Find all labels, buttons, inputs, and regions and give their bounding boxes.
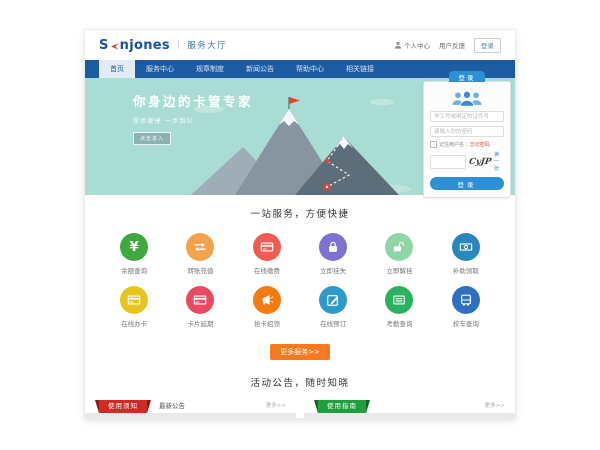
service-item-1[interactable]: 转账充值 <box>167 233 233 275</box>
service-item-10[interactable]: 考勤查询 <box>366 286 432 328</box>
logo-text-rest: njones <box>120 38 170 53</box>
service-label: 在线办卡 <box>101 318 167 328</box>
credit-card-icon <box>193 293 207 307</box>
more-services-button[interactable]: 更多服务>> <box>270 344 330 360</box>
hero-cta-button[interactable]: 点击进入 <box>133 132 171 145</box>
service-item-6[interactable]: 在线办卡 <box>101 286 167 328</box>
announcement-panels: 使用须知 最新公告 更多>> 使用指南 更多>> <box>85 399 515 418</box>
service-item-7[interactable]: 卡片延期 <box>167 286 233 328</box>
hero-subtitle: 提供便捷 一步到位 <box>133 116 253 125</box>
yen-icon: ¥ <box>130 241 139 254</box>
header-right: 个人中心 用户反馈 登录 <box>394 38 501 53</box>
credit-card-icon <box>260 240 274 254</box>
service-item-4[interactable]: 立即解挂 <box>366 233 432 275</box>
username-input[interactable] <box>430 111 504 122</box>
list-icon <box>392 293 406 307</box>
password-input[interactable] <box>430 126 504 137</box>
service-item-11[interactable]: 校车查询 <box>433 286 499 328</box>
captcha-refresh-link[interactable]: 换一张 <box>494 151 504 172</box>
credit-card-icon <box>127 293 141 307</box>
guide-more-link[interactable]: 更多>> <box>485 400 505 413</box>
transfer-arrows-icon <box>193 240 207 254</box>
services-section: 一站服务，方便快捷 ¥ 余额查询转账充值在线缴费立即挂失立即解挂补助领取在线办卡卡… <box>85 195 515 360</box>
service-label: 立即解挂 <box>366 265 432 275</box>
nav-item-3[interactable]: 新闻公告 <box>235 60 285 78</box>
personal-center-label: 个人中心 <box>404 40 430 50</box>
service-label: 拾卡招领 <box>234 318 300 328</box>
site-name: 服务大厅 <box>187 39 227 51</box>
guide-panel-head: 使用指南 更多>> <box>304 399 515 413</box>
unlock-icon <box>392 240 406 254</box>
latest-announcements-tab[interactable]: 最新公告 <box>159 400 185 413</box>
service-label: 考勤查询 <box>366 318 432 328</box>
remember-row: 记住用户名 | 忘记密码 <box>430 141 504 148</box>
service-label: 卡片延期 <box>167 318 233 328</box>
service-label: 补助领取 <box>433 265 499 275</box>
notice-panel-head: 使用须知 最新公告 更多>> <box>85 399 296 413</box>
captcha-input[interactable] <box>430 155 466 169</box>
captcha-row: CyJP 换一张 <box>430 151 504 172</box>
service-item-2[interactable]: 在线缴费 <box>234 233 300 275</box>
hero-text: 你身边的卡管专家 提供便捷 一步到位 点击进入 <box>133 91 253 145</box>
notice-panel-bar <box>85 413 296 418</box>
service-item-8[interactable]: 拾卡招领 <box>234 286 300 328</box>
service-item-0[interactable]: ¥ 余额查询 <box>101 233 167 275</box>
service-label: 转账充值 <box>167 265 233 275</box>
logo-text-s: S <box>99 38 109 53</box>
notice-more-link[interactable]: 更多>> <box>266 400 286 413</box>
personal-center-link[interactable]: 个人中心 <box>394 40 430 50</box>
lock-icon <box>326 240 340 254</box>
edit-icon <box>326 293 340 307</box>
remember-checkbox[interactable] <box>430 141 437 148</box>
forgot-password-link[interactable]: 忘记密码 <box>470 141 490 148</box>
site-container: S njones | 服务大厅 个人中心 用户反馈 登录 首页服务中心规章制度新… <box>85 30 515 418</box>
guide-panel-bar <box>304 413 515 418</box>
nav-item-2[interactable]: 规章制度 <box>185 60 235 78</box>
login-tab[interactable]: 登录 <box>449 71 485 82</box>
services-grid: ¥ 余额查询转账充值在线缴费立即挂失立即解挂补助领取在线办卡卡片延期拾卡招领在线预… <box>85 220 515 328</box>
usage-notice-ribbon[interactable]: 使用须知 <box>99 400 147 413</box>
megaphone-icon <box>260 293 274 307</box>
feedback-link[interactable]: 用户反馈 <box>439 40 465 50</box>
service-label: 在线预订 <box>300 318 366 328</box>
service-item-5[interactable]: 补助领取 <box>433 233 499 275</box>
nav-item-0[interactable]: 首页 <box>99 60 135 78</box>
services-title: 一站服务，方便快捷 <box>85 206 515 220</box>
separator: | <box>466 142 468 148</box>
guide-panel: 使用指南 更多>> <box>304 399 515 418</box>
announcements-title: 活动公告，随时知晓 <box>85 375 515 389</box>
logo[interactable]: S njones | 服务大厅 <box>99 38 227 53</box>
service-item-3[interactable]: 立即挂失 <box>300 233 366 275</box>
user-guide-ribbon[interactable]: 使用指南 <box>318 400 366 413</box>
service-label: 余额查询 <box>101 265 167 275</box>
nav-item-5[interactable]: 相关链接 <box>335 60 385 78</box>
remember-label: 记住用户名 <box>439 141 464 148</box>
service-item-9[interactable]: 在线预订 <box>300 286 366 328</box>
nav-item-1[interactable]: 服务中心 <box>135 60 185 78</box>
logo-arrow-icon <box>110 42 120 51</box>
notice-panel: 使用须知 最新公告 更多>> <box>85 399 296 418</box>
header: S njones | 服务大厅 个人中心 用户反馈 登录 <box>85 30 515 60</box>
banknote-icon <box>459 240 473 254</box>
feedback-label: 用户反馈 <box>439 40 465 50</box>
service-label: 校车查询 <box>433 318 499 328</box>
users-group-icon <box>430 88 504 108</box>
login-submit-button[interactable]: 登录 <box>430 177 504 190</box>
hero-title: 你身边的卡管专家 <box>133 91 253 110</box>
service-label: 立即挂失 <box>300 265 366 275</box>
header-login-button[interactable]: 登录 <box>474 38 501 53</box>
bus-icon <box>459 293 473 307</box>
person-icon <box>394 41 402 49</box>
logo-divider: | <box>177 40 180 50</box>
captcha-image[interactable]: CyJP <box>468 157 492 167</box>
login-panel: 登录 记住用户名 | 忘记密码 CyJP 换一张 登录 <box>423 81 511 198</box>
service-label: 在线缴费 <box>234 265 300 275</box>
more-services-wrap: 更多服务>> <box>85 339 515 360</box>
nav-item-4[interactable]: 帮助中心 <box>285 60 335 78</box>
announcements-section: 活动公告，随时知晓 使用须知 最新公告 更多>> 使用指南 更多>> <box>85 375 515 418</box>
